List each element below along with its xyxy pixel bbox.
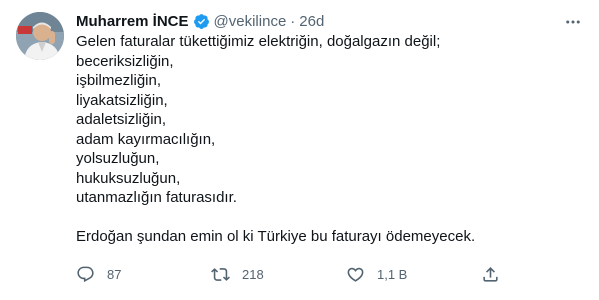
tweet-line: liyakatsizliğin, <box>76 91 168 109</box>
verified-badge-icon <box>193 13 210 30</box>
tweet-line: adaletsizliğin, <box>76 111 167 128</box>
share-button[interactable] <box>481 262 501 286</box>
header-separator: · <box>290 12 296 30</box>
like-button[interactable]: 1,1 B <box>346 262 436 286</box>
tweet-line: adam kayırmacılığın, <box>76 130 216 148</box>
more-dots-icon[interactable] <box>563 12 583 32</box>
author-handle[interactable]: @vekilince <box>214 13 287 30</box>
tweet-timestamp[interactable]: 26d <box>299 13 324 30</box>
tweet-actions: 87 218 1,1 B <box>76 262 501 286</box>
reply-count: 87 <box>107 266 122 282</box>
tweet-line: işbilmezliğin, <box>76 72 162 89</box>
reply-button[interactable]: 87 <box>76 262 166 286</box>
heart-icon <box>346 265 365 284</box>
retweet-button[interactable]: 218 <box>211 262 301 286</box>
retweet-icon <box>211 265 230 284</box>
tweet-closing-line: Erdoğan şundan emin ol ki Türkiye bu fat… <box>76 228 476 245</box>
tweet-content: Muharrem İNCE @vekilince · 26d Gelen fat… <box>76 10 583 247</box>
avatar[interactable] <box>16 12 64 60</box>
reply-icon <box>76 265 95 284</box>
tweet-line: yolsuzluğun, <box>76 150 160 167</box>
tweet-text: Gelen faturalar tükettiğimiz elektriğin,… <box>76 32 583 247</box>
tweet-header: Muharrem İNCE @vekilince · 26d <box>76 10 583 32</box>
share-icon <box>481 265 500 284</box>
like-count: 1,1 B <box>377 266 408 282</box>
retweet-count: 218 <box>242 266 264 282</box>
tweet-line: beceriksizliğin, <box>76 52 174 70</box>
tweet-line: hukuksuzluğun, <box>76 169 181 187</box>
author-name[interactable]: Muharrem İNCE <box>76 13 189 30</box>
tweet-card[interactable]: Muharrem İNCE @vekilince · 26d Gelen fat… <box>0 0 599 300</box>
tweet-line: utanmazlığın faturasıdır. <box>76 189 237 206</box>
tweet-line: Gelen faturalar tükettiğimiz elektriğin,… <box>76 33 441 50</box>
